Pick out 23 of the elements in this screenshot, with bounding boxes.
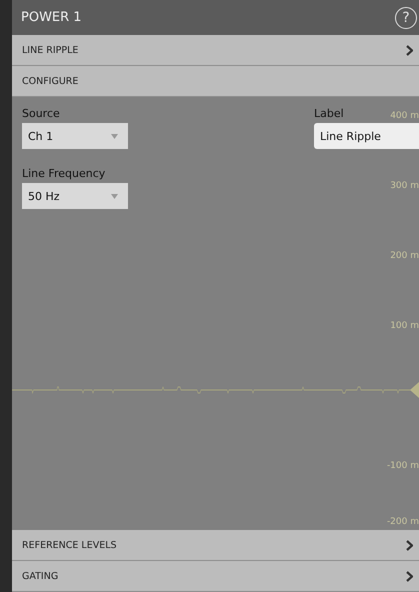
- axis-label: 400 m: [390, 111, 419, 121]
- axis-label: 100 m: [390, 321, 419, 331]
- label-input-field[interactable]: Line Ripple: [314, 123, 419, 149]
- section-header[interactable]: LINE RIPPLE: [12, 35, 419, 66]
- chevron-right-icon: [406, 570, 413, 582]
- source-dropdown[interactable]: Ch 1: [22, 123, 128, 149]
- chevron-right-icon: [406, 44, 413, 56]
- section-header[interactable]: GATING: [12, 561, 419, 592]
- axis-label: -200 m: [386, 517, 419, 527]
- section-header[interactable]: REFERENCE LEVELS: [12, 530, 419, 561]
- help-button[interactable]: ?: [395, 6, 417, 28]
- caret-icon: [111, 194, 118, 198]
- axis-label: 300 m: [390, 181, 419, 191]
- field-label: Source: [22, 107, 60, 120]
- field-label: Line Frequency: [22, 167, 106, 180]
- section-header[interactable]: CONFIGURE: [12, 66, 419, 97]
- caret-icon: [111, 134, 118, 138]
- axis-label: -100 m: [386, 461, 419, 471]
- line-frequency-dropdown[interactable]: 50 Hz: [22, 183, 128, 209]
- panel-title: POWER 1: [21, 10, 82, 25]
- chevron-right-icon: [406, 540, 413, 550]
- field-label: Label: [314, 107, 344, 120]
- axis-label: 200 m: [390, 251, 419, 261]
